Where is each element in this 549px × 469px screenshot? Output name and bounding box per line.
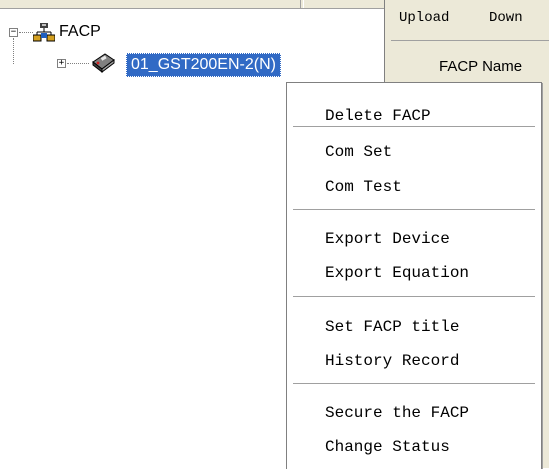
- menu-item-change-status[interactable]: Change Status: [325, 438, 450, 456]
- header-separator: [300, 0, 304, 8]
- tree-connector: [19, 32, 33, 33]
- facp-name-label: FACP Name: [439, 58, 523, 75]
- menu-item-export-device[interactable]: Export Device: [325, 230, 450, 248]
- menu-item-export-equation[interactable]: Export Equation: [325, 264, 469, 282]
- fire-panel-device-icon: [92, 53, 115, 74]
- menu-item-secure-facp[interactable]: Secure the FACP: [325, 404, 469, 422]
- menu-item-com-test[interactable]: Com Test: [325, 178, 402, 196]
- root-collapse-toggle[interactable]: −: [9, 28, 18, 37]
- context-menu: Delete FACP Com Set Com Test Export Devi…: [286, 82, 542, 469]
- tree-selected-device[interactable]: 01_GST200EN-2(N): [126, 53, 281, 77]
- tab-upload[interactable]: Upload: [399, 10, 449, 26]
- tree-header-strip: [0, 0, 384, 9]
- menu-item-delete-facp[interactable]: Delete FACP: [325, 107, 431, 125]
- child-expand-toggle[interactable]: +: [57, 59, 66, 68]
- menu-item-history-record[interactable]: History Record: [325, 352, 459, 370]
- menu-separator: [293, 126, 535, 128]
- tab-download[interactable]: Down: [489, 10, 523, 26]
- details-tabbar: Upload Down: [391, 0, 549, 41]
- tree-connector: [13, 38, 14, 64]
- network-panel-icon: [33, 23, 55, 42]
- menu-item-com-set[interactable]: Com Set: [325, 143, 392, 161]
- tree-connector: [67, 63, 89, 64]
- tree-root-label[interactable]: FACP: [59, 23, 101, 41]
- menu-separator: [293, 383, 535, 385]
- menu-separator: [293, 209, 535, 211]
- menu-separator: [293, 296, 535, 298]
- menu-item-set-facp-title[interactable]: Set FACP title: [325, 318, 459, 336]
